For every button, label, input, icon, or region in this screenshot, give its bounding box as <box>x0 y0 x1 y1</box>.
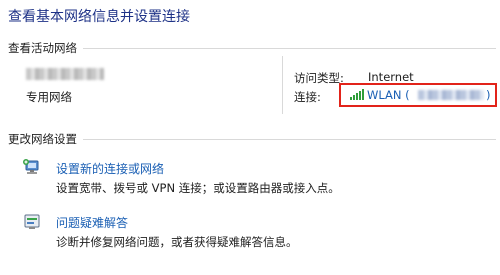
wlan-ssid <box>418 90 484 100</box>
setup-connection-link[interactable]: 设置新的连接或网络 <box>56 160 164 177</box>
active-networks-heading: 查看活动网络 <box>8 40 83 56</box>
setup-connection-description: 设置宽带、拨号或 VPN 连接；或设置路由器或接入点。 <box>56 181 340 195</box>
network-type: 专用网络 <box>26 90 72 104</box>
network-setup-icon <box>23 159 39 174</box>
page-title: 查看基本网络信息并设置连接 <box>8 9 190 25</box>
troubleshoot-description: 诊断并修复网络问题，或者获得疑难解答信息。 <box>56 235 298 249</box>
troubleshoot-link[interactable]: 问题疑难解答 <box>56 214 128 231</box>
wifi-signal-icon <box>350 89 364 100</box>
details-divider <box>282 56 283 114</box>
change-settings-heading: 更改网络设置 <box>8 131 83 147</box>
network-name <box>26 68 104 80</box>
wlan-link-close[interactable]: ) <box>486 88 491 102</box>
wlan-connection-link[interactable]: WLAN ( <box>367 88 410 102</box>
troubleshoot-icon <box>24 214 40 229</box>
connections-label: 连接: <box>294 90 321 104</box>
access-type-label: 访问类型: <box>294 71 344 85</box>
access-type-value: Internet <box>368 70 414 84</box>
